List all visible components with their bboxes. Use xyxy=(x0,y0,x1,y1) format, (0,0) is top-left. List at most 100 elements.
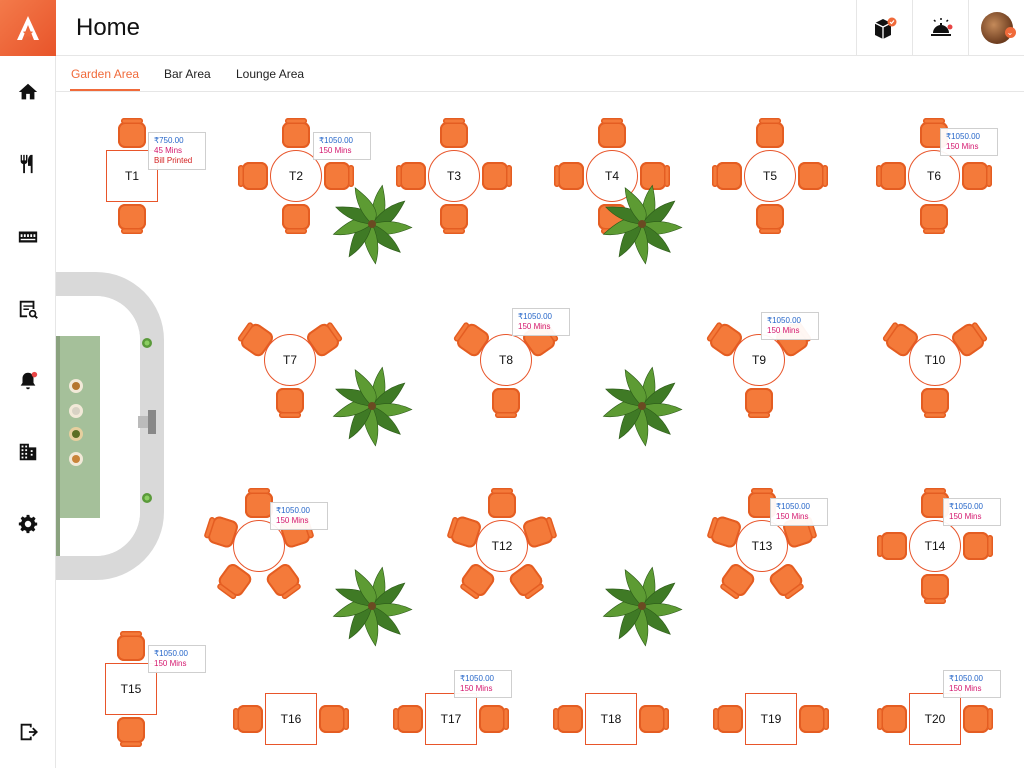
table-bill-info: ₹1050.00 150 Mins xyxy=(313,132,371,160)
table-t14[interactable]: T14 xyxy=(909,520,961,572)
elapsed-time: 150 Mins xyxy=(319,146,352,155)
service-bell-button[interactable] xyxy=(912,0,968,56)
bill-amount: ₹750.00 xyxy=(154,136,184,145)
chair xyxy=(881,705,907,733)
table-t7[interactable]: T7 xyxy=(264,334,316,386)
chair xyxy=(319,705,345,733)
chair xyxy=(282,118,310,148)
table-t16[interactable]: T16 xyxy=(265,693,317,745)
tab-lounge-area[interactable]: Lounge Area xyxy=(236,67,304,81)
chair xyxy=(440,118,468,148)
chair xyxy=(488,488,516,518)
sidebar-item-orders[interactable] xyxy=(13,294,43,324)
table-t3[interactable]: T3 xyxy=(428,150,480,202)
chair xyxy=(558,162,584,190)
elapsed-time: 150 Mins xyxy=(946,142,979,151)
floor-plan: T1 ₹750.00 45 Mins Bill Printed T2 ₹1050.00 15… xyxy=(56,92,1024,768)
table-t5[interactable]: T5 xyxy=(744,150,796,202)
store-status-button[interactable] xyxy=(856,0,912,56)
chair xyxy=(756,204,784,230)
sidebar-item-outlets[interactable] xyxy=(13,437,43,467)
table-t10[interactable]: T10 xyxy=(909,334,961,386)
chair xyxy=(799,705,825,733)
tab-bar-area[interactable]: Bar Area xyxy=(164,67,211,81)
bill-amount: ₹1050.00 xyxy=(767,316,802,325)
table-t13[interactable]: T13 xyxy=(736,520,788,572)
chair xyxy=(963,532,989,560)
elapsed-time: 150 Mins xyxy=(767,326,800,335)
palm-plant-icon xyxy=(602,184,683,265)
chair xyxy=(963,705,989,733)
table-label: T8 xyxy=(498,353,513,367)
table-t9[interactable]: T9 xyxy=(733,334,785,386)
chair xyxy=(282,204,310,230)
logo-a-icon xyxy=(17,16,39,40)
sidebar-item-notifications[interactable] xyxy=(13,366,43,396)
table-label: T19 xyxy=(760,712,782,726)
sidebar-item-tickets[interactable] xyxy=(13,222,43,252)
store-check-icon xyxy=(874,17,896,39)
table-label: T16 xyxy=(280,712,302,726)
chair xyxy=(880,162,906,190)
elapsed-time: 150 Mins xyxy=(949,684,982,693)
bill-amount: ₹1050.00 xyxy=(319,136,354,145)
bill-amount: ₹1050.00 xyxy=(276,506,311,515)
elapsed-time: 150 Mins xyxy=(460,684,493,693)
tab-garden-area[interactable]: Garden Area xyxy=(71,67,139,81)
table-label: T12 xyxy=(491,539,513,553)
chair xyxy=(921,388,949,414)
chair xyxy=(397,705,423,733)
table-t19[interactable]: T19 xyxy=(745,693,797,745)
table-label: T18 xyxy=(600,712,622,726)
profile-button[interactable]: ⌄ xyxy=(968,0,1024,56)
bill-amount: ₹1050.00 xyxy=(518,312,553,321)
chair xyxy=(482,162,508,190)
sidebar xyxy=(0,0,56,768)
bill-amount: ₹1050.00 xyxy=(460,674,495,683)
logout-icon xyxy=(20,723,38,741)
table-label: T7 xyxy=(282,353,297,367)
table-bill-info: ₹1050.00 150 Mins xyxy=(943,670,1001,698)
chair xyxy=(756,118,784,148)
palm-plant-icon xyxy=(602,366,683,447)
table-bill-info: ₹1050.00 150 Mins xyxy=(512,308,570,336)
table-label: T15 xyxy=(120,682,142,696)
table-label: T1 xyxy=(124,169,139,183)
bill-amount: ₹1050.00 xyxy=(946,132,981,141)
chair xyxy=(117,631,145,661)
palm-plant-icon xyxy=(332,566,413,647)
bill-amount: ₹1050.00 xyxy=(949,502,984,511)
table-label: T4 xyxy=(604,169,619,183)
table-t6[interactable]: T6 xyxy=(908,150,960,202)
sidebar-item-menu[interactable] xyxy=(13,149,43,179)
ticket-icon xyxy=(18,231,38,243)
chair xyxy=(639,705,665,733)
sidebar-item-logout[interactable] xyxy=(13,717,43,747)
chair xyxy=(962,162,988,190)
table-bill-info: ₹1050.00 150 Mins xyxy=(454,670,512,698)
table-label: T2 xyxy=(288,169,303,183)
home-icon xyxy=(18,83,38,100)
elapsed-time: 150 Mins xyxy=(154,659,187,668)
table-t12[interactable]: T12 xyxy=(476,520,528,572)
sidebar-item-home[interactable] xyxy=(13,77,43,107)
palm-plant-icon xyxy=(332,366,413,447)
table-bill-info: ₹1050.00 150 Mins xyxy=(770,498,828,526)
bill-amount: ₹1050.00 xyxy=(949,674,984,683)
gear-icon xyxy=(18,514,38,534)
table-label: T20 xyxy=(924,712,946,726)
chair xyxy=(492,388,520,414)
elapsed-time: 150 Mins xyxy=(276,516,309,525)
area-tabs: Garden Area Bar Area Lounge Area xyxy=(56,56,1024,92)
table-label: T5 xyxy=(762,169,777,183)
table-label: T6 xyxy=(926,169,941,183)
table-t8[interactable]: T8 xyxy=(480,334,532,386)
table-t20[interactable]: T20 xyxy=(909,693,961,745)
sidebar-item-settings[interactable] xyxy=(13,509,43,539)
app-logo[interactable] xyxy=(0,0,56,56)
table-t18[interactable]: T18 xyxy=(585,693,637,745)
table-label: T9 xyxy=(751,353,766,367)
chair xyxy=(921,574,949,600)
bill-amount: ₹1050.00 xyxy=(776,502,811,511)
table-t17[interactable]: T17 xyxy=(425,693,477,745)
